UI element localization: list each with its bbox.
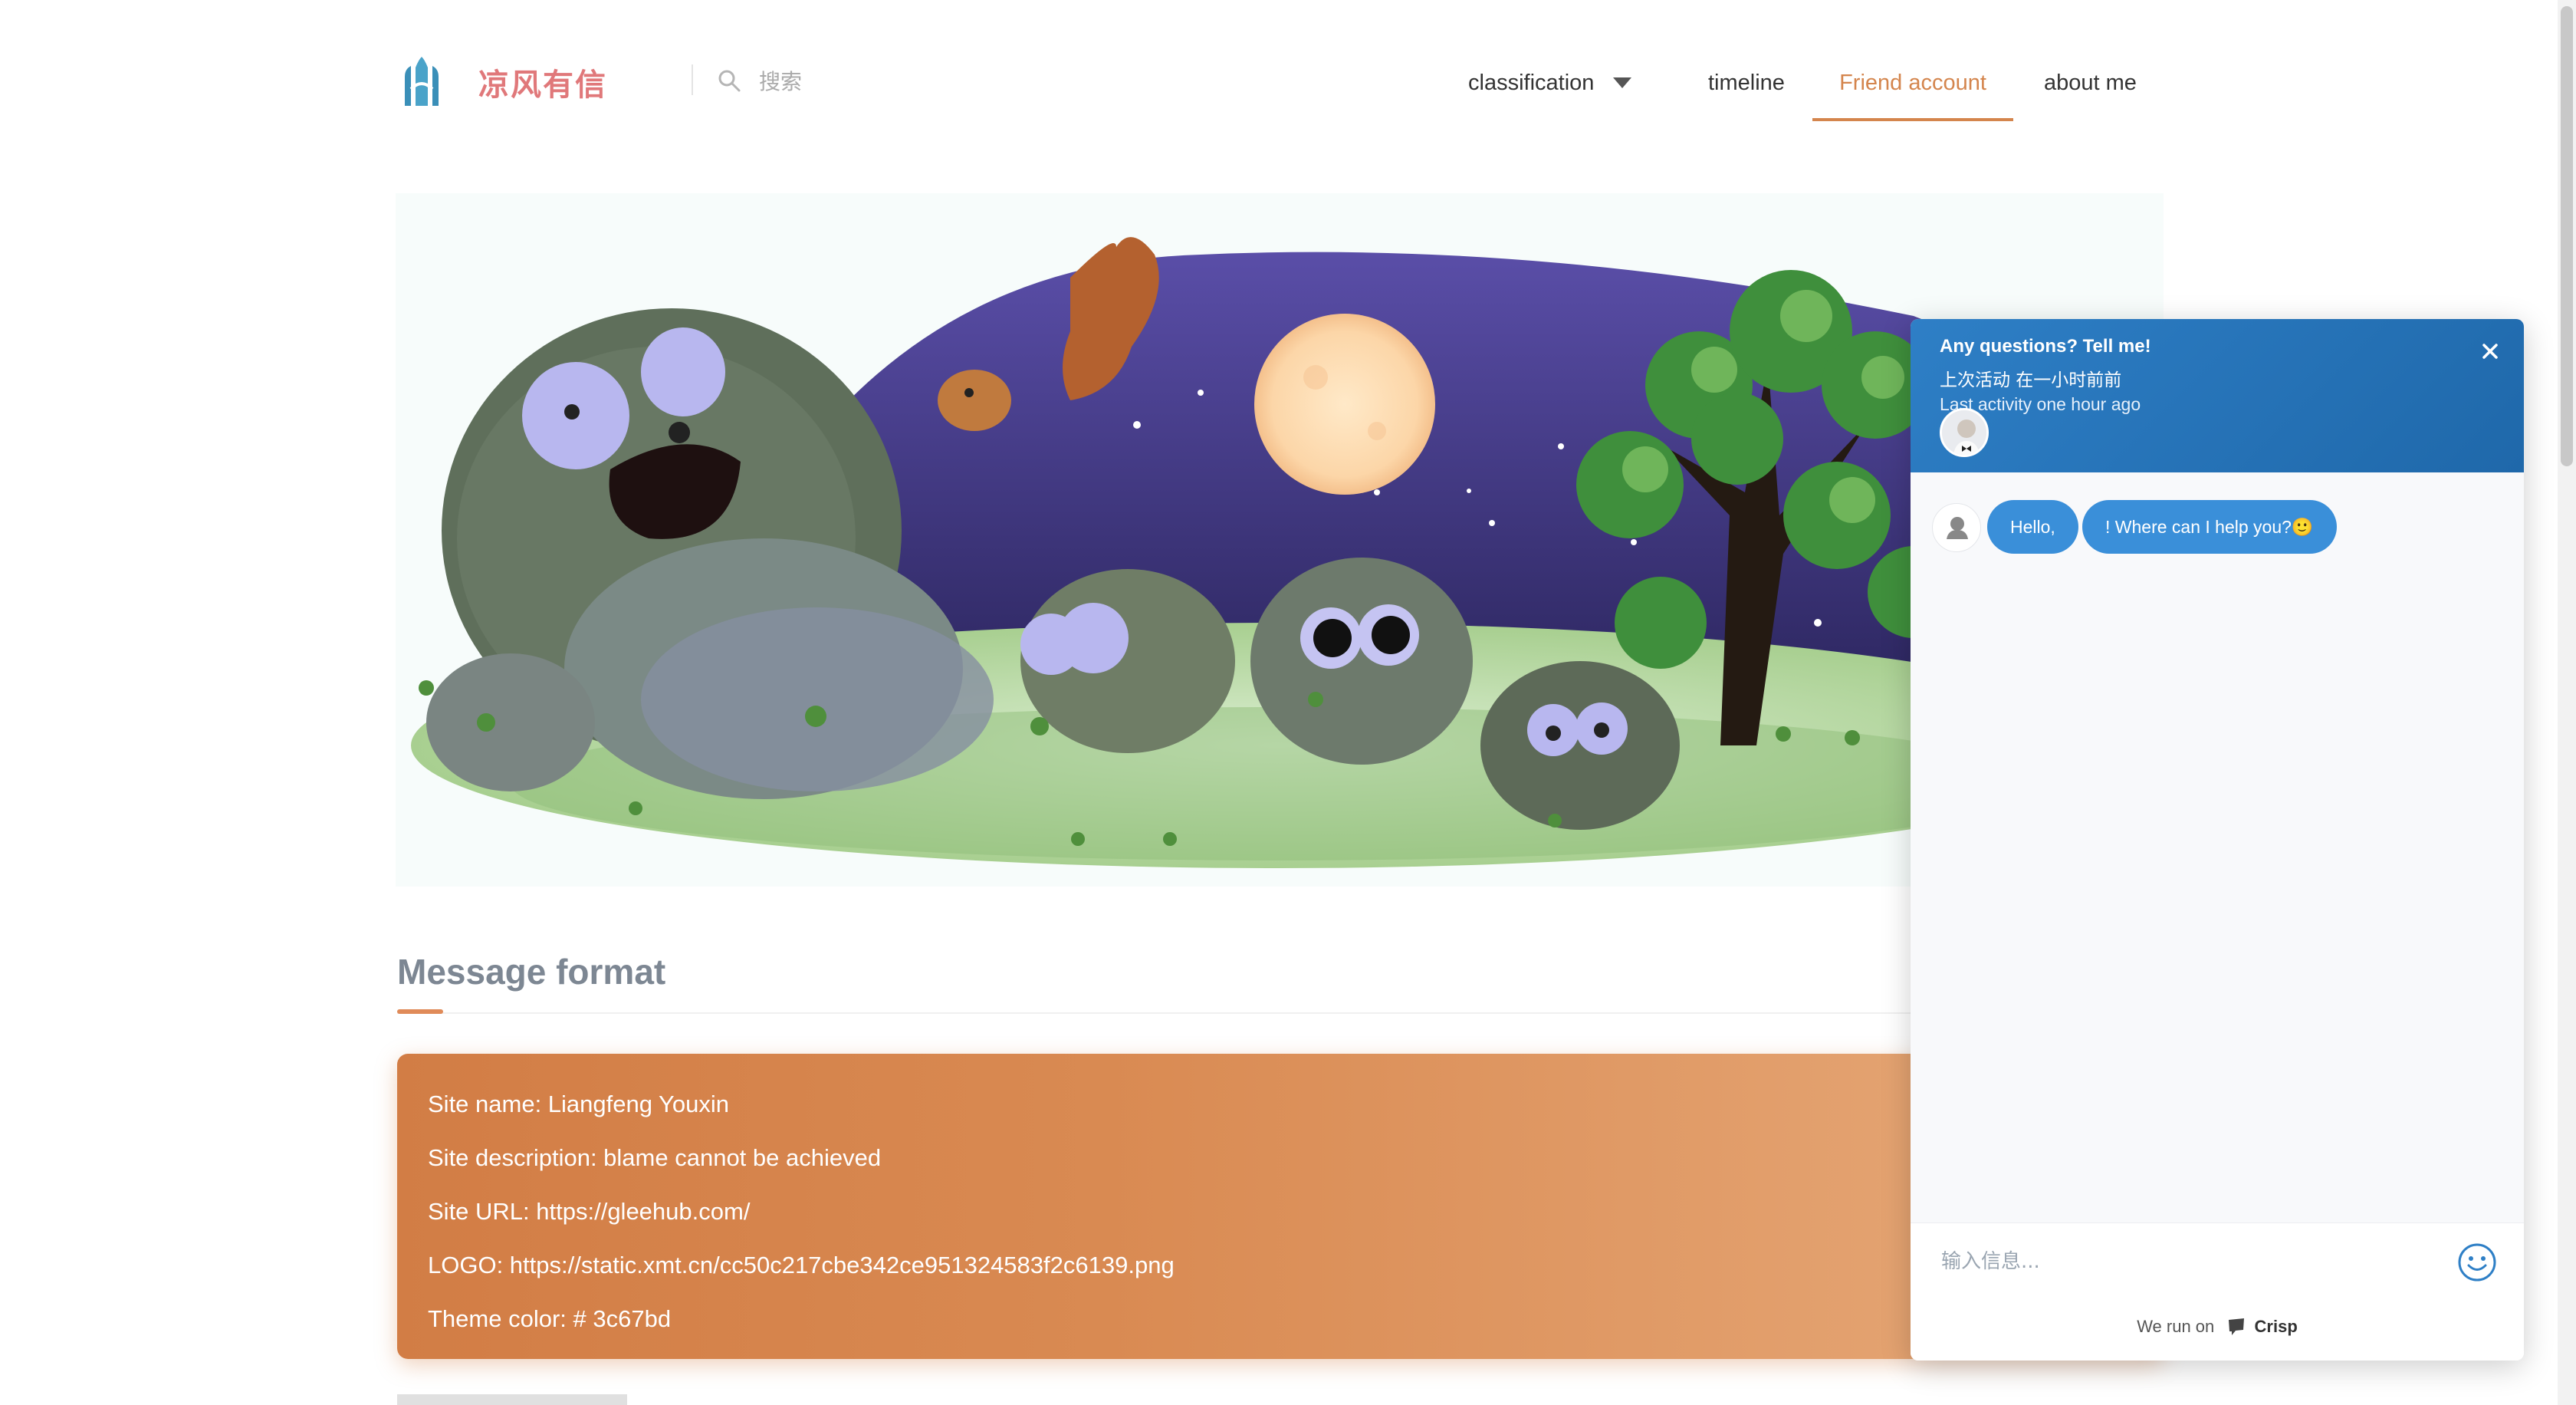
site-name-line: Site name: Liangfeng Youxin xyxy=(428,1091,729,1117)
nav-classification[interactable]: classification xyxy=(1468,46,1594,121)
scrollbar-thumb[interactable] xyxy=(2561,6,2573,466)
search-input[interactable] xyxy=(759,64,989,98)
section-underline xyxy=(397,1009,443,1014)
theme-color-line: Theme color: # 3c67bd xyxy=(428,1305,672,1332)
banner-illustration xyxy=(396,193,2164,887)
search-icon[interactable] xyxy=(716,67,742,94)
nav-friend-account[interactable]: Friend account xyxy=(1812,46,2013,121)
chat-message-input[interactable] xyxy=(1941,1240,2432,1283)
chevron-down-icon[interactable] xyxy=(1613,77,1631,88)
next-section-heading-partial xyxy=(397,1394,627,1405)
site-header: 凉风有信 classification timeline Friend acco… xyxy=(0,0,2576,165)
operator-avatar-icon xyxy=(1932,503,1981,552)
chat-message-bubble: Hello, xyxy=(1987,500,2078,554)
site-url-line: Site URL: https://gleehub.com/ xyxy=(428,1198,751,1225)
crisp-logo-icon xyxy=(2229,1318,2245,1335)
avatar-icon xyxy=(1942,410,1986,455)
chat-messages: Hello, ! Where can I help you?🙂 xyxy=(1911,472,2524,1239)
chat-widget: Any questions? Tell me! 上次活动 在一小时前前 Last… xyxy=(1911,319,2524,1361)
chat-footer-brand: Crisp xyxy=(2254,1317,2298,1336)
chat-message-bubble: ! Where can I help you?🙂 xyxy=(2082,500,2337,554)
site-info-card: Site name: Liangfeng Youxin Site descrip… xyxy=(397,1054,2164,1359)
chat-footer-prefix: We run on xyxy=(2137,1317,2215,1336)
site-title[interactable]: 凉风有信 xyxy=(478,60,607,104)
section-divider xyxy=(397,1012,2164,1014)
nav-timeline[interactable]: timeline xyxy=(1708,46,1785,121)
chat-composer xyxy=(1911,1222,2524,1299)
banner-graphic xyxy=(411,237,2164,868)
operator-avatar xyxy=(1940,408,1989,457)
chat-subtitle-cn: 上次活动 在一小时前前 xyxy=(1940,370,2122,390)
site-logo-icon[interactable] xyxy=(397,55,446,109)
chat-header: Any questions? Tell me! 上次活动 在一小时前前 Last… xyxy=(1911,319,2524,472)
page-scrollbar[interactable] xyxy=(2558,0,2576,1405)
close-icon[interactable] xyxy=(2475,336,2505,367)
header-divider xyxy=(692,64,693,95)
logo-url-line: LOGO: https://static.xmt.cn/cc50c217cbe3… xyxy=(428,1252,1175,1278)
site-description-line: Site description: blame cannot be achiev… xyxy=(428,1144,882,1171)
nav-about-me[interactable]: about me xyxy=(2044,46,2137,121)
chat-footer[interactable]: We run on Crisp xyxy=(1911,1299,2524,1361)
chat-title: Any questions? Tell me! xyxy=(1940,336,2151,357)
emoji-icon[interactable] xyxy=(2456,1242,2498,1283)
section-title: Message format xyxy=(397,952,666,992)
